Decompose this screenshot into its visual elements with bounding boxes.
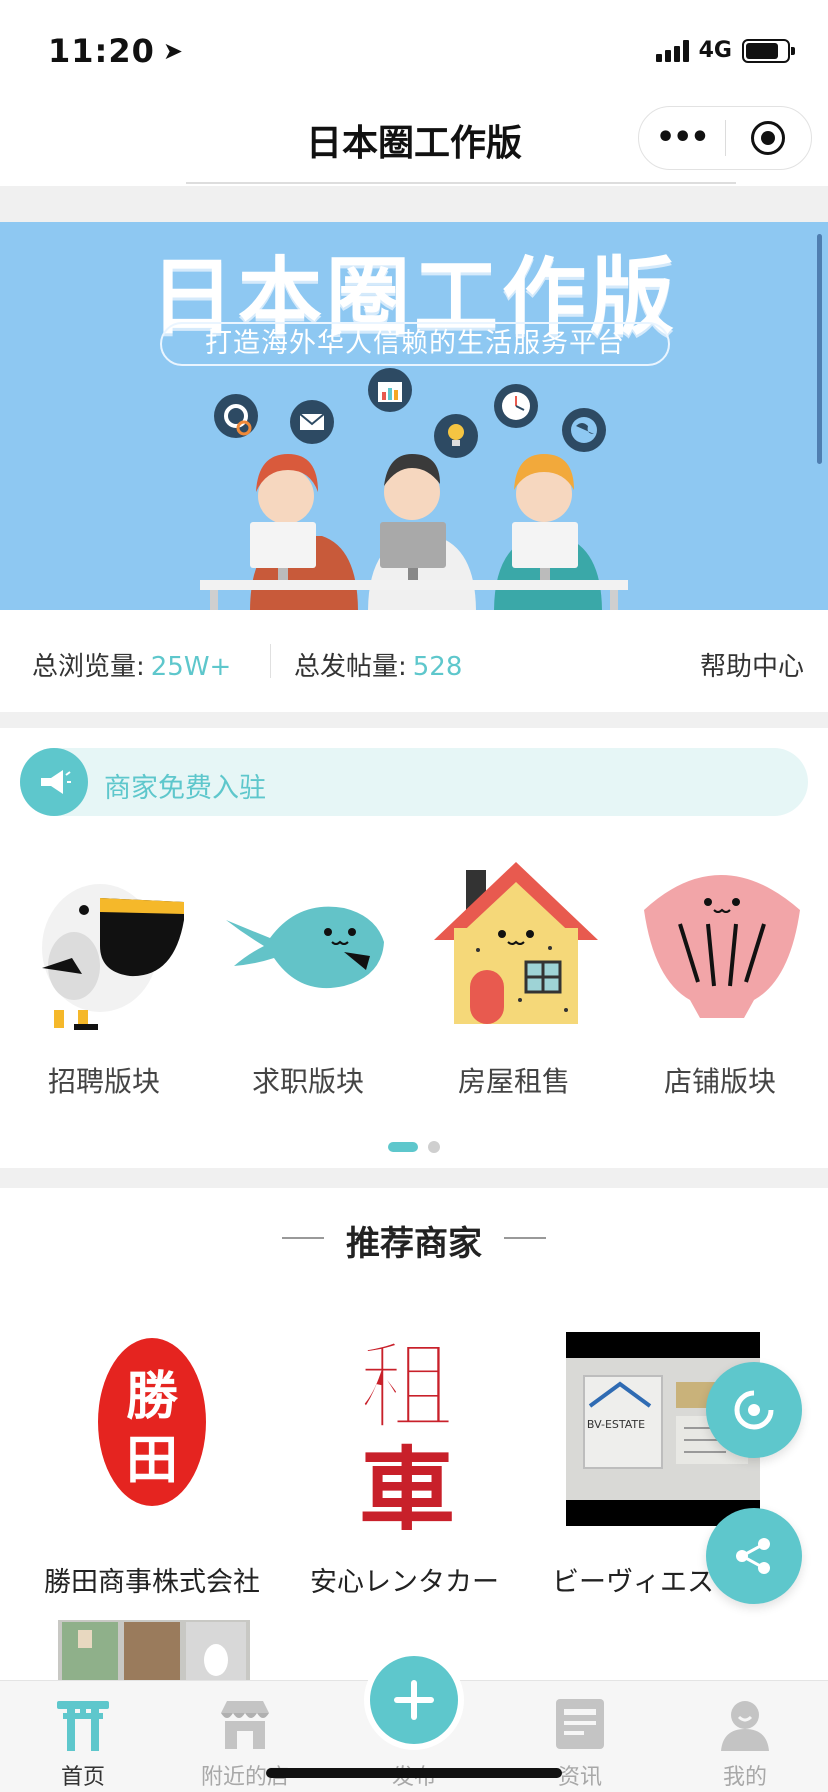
pager-dot-active[interactable]	[388, 1142, 418, 1152]
gear-icon	[214, 394, 258, 438]
banner-subtitle: 打造海外华人信赖的生活服务平台	[160, 322, 670, 366]
bulb-icon	[434, 414, 478, 458]
banner[interactable]: 日本圈工作版 打造海外华人信赖的生活服务平台	[0, 222, 828, 610]
shell-icon	[644, 875, 800, 1018]
mini-program-capsule: •••	[638, 106, 812, 170]
category-label: 招聘版块	[47, 1065, 160, 1098]
whale-icon	[226, 906, 384, 989]
desk	[200, 580, 628, 590]
mail-icon	[290, 400, 334, 444]
stats-divider	[270, 644, 271, 678]
target-icon	[751, 121, 786, 155]
more-menu-button[interactable]: •••	[639, 123, 725, 153]
publish-button[interactable]	[364, 1650, 464, 1750]
total-posts-value: 528	[412, 652, 463, 682]
total-views-value: 25W+	[150, 652, 232, 682]
user-icon	[721, 1701, 769, 1751]
customer-service-button[interactable]	[706, 1362, 802, 1458]
house-icon	[434, 862, 598, 1024]
merchant-list: 勝 田 勝田商事株式会社 租 車 安心レンタカー BV-ESTATE ビーヴィエ…	[0, 1332, 828, 1602]
logo-text-top: 勝	[126, 1366, 179, 1427]
merchant-signup-text: 商家免费入驻	[104, 773, 266, 804]
pelican-icon	[42, 884, 184, 1030]
clock-icon	[494, 384, 538, 428]
tab-me[interactable]: 我的	[690, 1681, 800, 1792]
pager-dot[interactable]	[428, 1141, 440, 1153]
signal-icon	[655, 39, 689, 62]
tab-label: 我的	[722, 1765, 767, 1790]
home-indicator	[266, 1768, 562, 1778]
network-label: 4G	[698, 38, 732, 63]
merchant-name: 勝田商事株式会社	[44, 1567, 260, 1598]
location-arrow-icon: ➤	[162, 37, 184, 65]
total-posts: 总发帖量: 528	[294, 646, 462, 683]
spacer	[0, 712, 828, 728]
close-mini-program-button[interactable]	[726, 121, 812, 155]
total-views: 总浏览量: 25W+	[32, 646, 231, 683]
category-pager	[0, 1141, 828, 1153]
merchant-name: 安心レンタカー	[310, 1567, 499, 1598]
merchant-logo: 勝 田	[98, 1338, 206, 1506]
stats-row: 总浏览量: 25W+ 总发帖量: 528 帮助中心	[0, 612, 828, 712]
merchant-signup-banner[interactable]: 商家免费入驻	[20, 748, 808, 816]
merchant-name: ビーヴィエス	[552, 1567, 714, 1598]
megaphone-icon	[20, 748, 88, 816]
title-bar: 日本圈工作版 •••	[0, 96, 828, 186]
merchant-photo-partial	[58, 1620, 250, 1680]
spacer	[0, 186, 828, 222]
category-housing[interactable]: 房屋租售	[414, 850, 614, 1100]
status-bar: 11:20 ➤ 4G	[0, 0, 828, 96]
help-center-link[interactable]: 帮助中心	[700, 646, 804, 683]
total-views-label: 总浏览量:	[32, 652, 145, 682]
spacer	[0, 1168, 828, 1188]
logo-text-bottom: 田	[126, 1430, 178, 1491]
total-posts-label: 总发帖量:	[294, 652, 407, 682]
category-label: 房屋租售	[457, 1065, 570, 1098]
share-button[interactable]	[706, 1508, 802, 1604]
logo-text-top: 租	[359, 1332, 455, 1443]
plus-icon	[394, 1680, 434, 1720]
merchant-logo: 租 車	[352, 1332, 462, 1530]
torii-icon	[57, 1701, 109, 1751]
chart-icon	[368, 368, 412, 412]
news-icon	[556, 1699, 604, 1749]
share-icon	[736, 1538, 770, 1574]
title-divider	[186, 182, 736, 184]
tab-home[interactable]: 首页	[28, 1681, 138, 1792]
category-grid: 招聘版块 求职版块 房屋租售 店铺版块	[0, 850, 828, 1100]
category-recruit[interactable]: 招聘版块	[4, 850, 204, 1100]
category-shops[interactable]: 店铺版块	[620, 850, 820, 1100]
status-indicators: 4G	[655, 38, 795, 63]
tab-label: 首页	[60, 1765, 105, 1790]
battery-icon	[742, 38, 795, 63]
banner-scroll-indicator	[817, 234, 822, 464]
shop-icon	[221, 1701, 269, 1749]
status-time-text: 11:20	[48, 32, 155, 70]
globe-icon	[562, 408, 606, 452]
status-time: 11:20 ➤	[48, 32, 184, 70]
section-title: 推荐商家	[346, 1224, 482, 1264]
logo-text-bottom: 車	[359, 1436, 455, 1530]
logo-text: BV-ESTATE	[587, 1418, 645, 1431]
category-label: 店铺版块	[663, 1065, 776, 1098]
category-jobseek[interactable]: 求职版块	[208, 850, 408, 1100]
section-title-line-right	[504, 1237, 546, 1239]
category-label: 求职版块	[251, 1065, 364, 1098]
headset-icon	[734, 1390, 774, 1430]
